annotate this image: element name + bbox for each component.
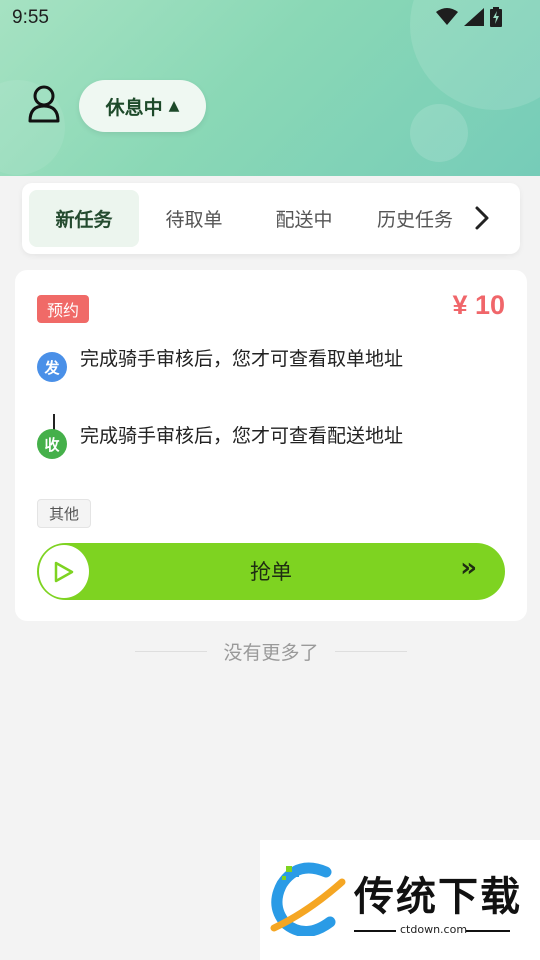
play-icon — [54, 561, 74, 582]
divider — [335, 651, 407, 652]
caret-up-icon: ▲ — [168, 98, 180, 114]
delivery-address: 完成骑手审核后，您才可查看配送地址 — [80, 425, 404, 447]
slider-handle[interactable] — [39, 545, 89, 598]
pickup-address: 完成骑手审核后，您才可查看取单地址 — [80, 348, 404, 370]
decor-circle — [410, 104, 468, 162]
grab-order-slider[interactable]: 抢单 » — [37, 543, 505, 600]
watermark-url: ctdown.com — [400, 923, 468, 936]
tab-history[interactable]: 历史任务 — [359, 190, 471, 247]
delivery-marker: 收 — [37, 429, 67, 459]
wifi-icon — [436, 8, 458, 25]
double-chevron-icon: » — [460, 553, 477, 583]
rest-status-label: 休息中 — [105, 96, 163, 119]
signal-icon — [464, 8, 484, 26]
watermark-title: 传统下载 — [354, 874, 522, 920]
divider — [466, 930, 510, 932]
tab-to-pickup[interactable]: 待取单 — [139, 190, 249, 247]
rest-status-button[interactable]: 休息中 ▲ — [79, 80, 206, 132]
watermark: 传统下载 ctdown.com — [260, 840, 540, 960]
chevron-right-icon[interactable] — [474, 205, 490, 231]
tab-new-tasks[interactable]: 新任务 — [29, 190, 139, 247]
user-icon[interactable] — [26, 84, 62, 124]
status-bar: 9:55 — [0, 0, 540, 36]
divider — [354, 930, 396, 932]
tab-delivering[interactable]: 配送中 — [249, 190, 359, 247]
pickup-marker: 发 — [37, 352, 67, 382]
status-icons — [436, 7, 502, 27]
task-tab-bar: 新任务 待取单 配送中 历史任务 — [22, 183, 520, 254]
order-card: 预约 ¥ 10 发 完成骑手审核后，您才可查看取单地址 收 完成骑手审核后，您才… — [15, 270, 527, 621]
status-time: 9:55 — [12, 7, 49, 28]
list-end-indicator: 没有更多了 — [135, 636, 407, 666]
category-tag: 其他 — [37, 499, 91, 528]
order-price: ¥ 10 — [452, 290, 505, 320]
watermark-logo — [270, 862, 346, 936]
battery-charging-icon — [490, 7, 502, 27]
reservation-badge: 预约 — [37, 295, 89, 323]
grab-order-label: 抢单 — [250, 560, 292, 584]
